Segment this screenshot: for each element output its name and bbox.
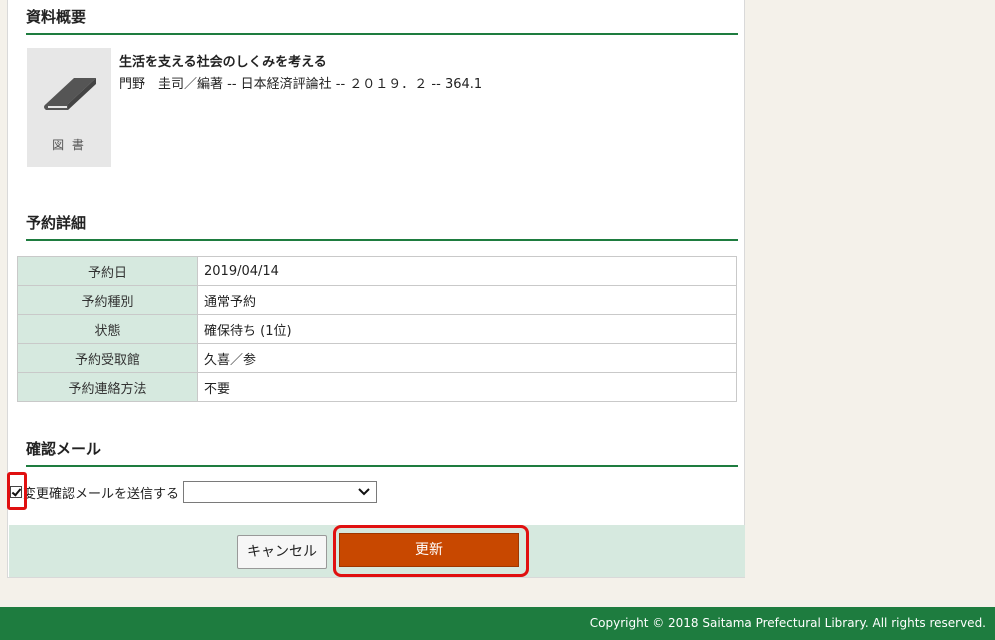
- cancel-button[interactable]: キャンセル: [237, 535, 327, 569]
- row-value-type: 通常予約: [197, 285, 737, 315]
- send-mail-label[interactable]: 変更確認メールを送信する: [23, 483, 179, 502]
- row-value-status: 確保待ち (1位): [197, 314, 737, 344]
- update-button[interactable]: 更新: [339, 533, 519, 567]
- table-row: 予約受取館 久喜／参: [17, 343, 737, 373]
- table-row: 予約日 2019/04/14: [17, 256, 737, 286]
- table-row: 状態 確保待ち (1位): [17, 314, 737, 344]
- mail-address-select[interactable]: [183, 481, 378, 503]
- row-value-pickup: 久喜／参: [197, 343, 737, 373]
- book-meta: 門野 圭司／編著 -- 日本経済評論社 -- ２０１９．２ -- 364.1: [119, 77, 483, 92]
- thumbnail-caption: 図 書: [52, 138, 86, 152]
- mail-option-row: 変更確認メールを送信する: [7, 479, 378, 505]
- row-value-date: 2019/04/14: [197, 256, 737, 286]
- detail-heading: 予約詳細: [26, 212, 738, 241]
- row-value-contact: 不要: [197, 372, 737, 402]
- checkbox-highlight-box: [7, 472, 27, 510]
- book-title: 生活を支える社会のしくみを考える: [119, 55, 327, 70]
- footer: Copyright © 2018 Saitama Prefectural Lib…: [0, 607, 995, 640]
- table-row: 予約連絡方法 不要: [17, 372, 737, 402]
- overview-heading: 資料概要: [26, 6, 738, 35]
- button-bar: キャンセル 更新: [9, 525, 745, 577]
- row-label-contact: 予約連絡方法: [17, 372, 198, 402]
- material-thumbnail: 図 書: [27, 48, 111, 167]
- row-label-status: 状態: [17, 314, 198, 344]
- book-icon: [44, 78, 96, 110]
- row-label-type: 予約種別: [17, 285, 198, 315]
- row-label-date: 予約日: [17, 256, 198, 286]
- mail-heading: 確認メール: [26, 438, 738, 467]
- chevron-down-icon: [358, 488, 370, 496]
- table-row: 予約種別 通常予約: [17, 285, 737, 315]
- row-label-pickup: 予約受取館: [17, 343, 198, 373]
- reservation-detail-table: 予約日 2019/04/14 予約種別 通常予約 状態 確保待ち (1位) 予約…: [17, 256, 737, 402]
- copyright-text: Copyright © 2018 Saitama Prefectural Lib…: [589, 616, 986, 630]
